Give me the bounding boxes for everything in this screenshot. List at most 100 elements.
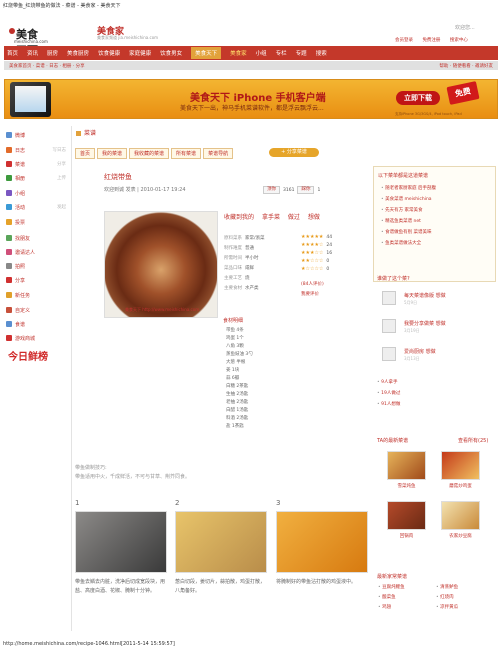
today-fresh-badge[interactable]: 今日鲜榜 <box>8 348 48 363</box>
property-value[interactable]: 咸鲜 <box>245 266 254 271</box>
sidebar-item-5[interactable]: 活动 发起 <box>6 202 68 212</box>
author-line[interactable]: 欢迎到诚 发表 | 2010-01-17 19:24 <box>104 186 186 193</box>
sidebar-item-10[interactable]: 分享 <box>6 275 68 285</box>
sidebar-item-extra[interactable]: 发起 <box>57 204 66 210</box>
tab-navigation[interactable]: 菜谱导航 <box>203 148 234 159</box>
sidebar-item-8[interactable]: 邀请达人 <box>6 247 68 257</box>
step-photo[interactable] <box>75 511 167 573</box>
thumbnail-caption[interactable]: 农家炒豆腐 <box>441 533 480 539</box>
related-item[interactable]: 鱼类菜谱做法大全 <box>381 240 421 246</box>
made-it-link[interactable]: 做过 <box>288 214 300 221</box>
vote-down-button[interactable]: 踩你 <box>297 186 315 194</box>
tab-my-recipes[interactable]: 我的菜谱 <box>97 148 128 159</box>
sidebar-item-7[interactable]: 找朋友 <box>6 233 68 243</box>
nav-item-12[interactable]: 搜索 <box>316 49 327 57</box>
new-recipe-item[interactable]: 豆腐炖鲤鱼 <box>378 584 405 590</box>
cook-name[interactable]: 每天菜谱像版 想做 <box>404 292 446 299</box>
related-item[interactable]: 随老者家厨家庭 后手剖腹 <box>381 185 436 191</box>
sidebar-item-extra[interactable]: 写日志 <box>53 147 67 153</box>
sidebar-item-2[interactable]: 菜谱 分享 <box>6 159 68 169</box>
thumbnail-caption[interactable]: 回锅肉 <box>387 533 426 539</box>
step-photo[interactable] <box>175 511 267 573</box>
recipe-thumbnail[interactable] <box>441 501 480 530</box>
recipe-thumbnail[interactable] <box>441 451 480 480</box>
new-recipe-item[interactable]: 鸡翅 <box>378 604 391 610</box>
sidebar-item-3[interactable]: 相册 上传 <box>6 173 68 183</box>
related-item[interactable]: 先天有方 家常美食 <box>381 207 422 213</box>
latest-more-link[interactable]: 查看所有(25) <box>458 437 488 444</box>
property-value[interactable]: 普通 <box>245 246 254 251</box>
sidebar-item-0[interactable]: 微博 <box>6 130 68 140</box>
property-value[interactable]: 水产类 <box>245 286 259 291</box>
sidebar-item-6[interactable]: 投票 <box>6 217 68 227</box>
thumbnail-caption[interactable]: 雪菜炖鱼 <box>387 483 426 489</box>
new-recipe-item[interactable]: 酸菜鱼 <box>378 594 396 600</box>
sidebar-item-11[interactable]: 新任务 <box>6 290 68 300</box>
property-value[interactable]: 半小时 <box>245 256 259 261</box>
property-value[interactable]: 家常/浙菜 <box>245 236 265 241</box>
step-photo[interactable] <box>276 511 368 573</box>
tab-home[interactable]: 首页 <box>75 148 96 159</box>
vote-up-button[interactable]: 顶你 <box>263 186 280 194</box>
sidebar-item-1[interactable]: 日志 写日志 <box>6 145 68 155</box>
stat-item[interactable]: 9人拿手 <box>377 379 397 385</box>
share-recipe-button[interactable]: + 分享菜谱 <box>269 148 319 157</box>
sidebar-item-13[interactable]: 食谱 <box>6 319 68 329</box>
dish-photo[interactable] <box>104 211 218 318</box>
avatar[interactable] <box>382 347 396 361</box>
recipe-thumbnail[interactable] <box>387 501 426 530</box>
register-link[interactable]: 免费注册 <box>422 38 440 43</box>
nav-item-6[interactable]: 饮食男女 <box>160 49 182 57</box>
related-item[interactable]: 美食菜谱 meishichina <box>381 196 431 202</box>
write-review-link[interactable]: 我要评价 <box>301 291 319 297</box>
want-to-make-link[interactable]: 想做 <box>308 214 320 221</box>
search-center-link[interactable]: 搜索中心 <box>450 38 468 43</box>
sidebar-item-14[interactable]: 游戏商城 <box>6 333 68 343</box>
nav-item-10[interactable]: 专栏 <box>276 49 287 57</box>
tab-all-recipes[interactable]: 所有菜谱 <box>171 148 202 159</box>
sidebar-icon <box>6 292 12 298</box>
new-recipe-item[interactable]: 清蒸鲈鱼 <box>436 584 458 590</box>
tab-favorites[interactable]: 我收藏的菜谱 <box>129 148 170 159</box>
nav-item-11[interactable]: 专题 <box>296 49 307 57</box>
download-button[interactable]: 立即下载 <box>396 91 440 105</box>
login-link[interactable]: 会员登录 <box>395 38 413 43</box>
stat-item[interactable]: 19人做过 <box>377 390 400 396</box>
step-text: 将腌制好的带鱼沾打散的鸡蛋液中。 <box>276 579 357 585</box>
nav-item-7[interactable]: 美食天下 <box>191 47 222 59</box>
ingredient-item: 料酒 2汤匙 <box>226 416 249 421</box>
nav-item-2[interactable]: 厨房 <box>47 49 58 57</box>
review-count[interactable]: (84人评价) <box>301 281 324 287</box>
related-item[interactable]: 食谱做鱼有别 菜谱美味 <box>381 229 431 235</box>
nav-item-4[interactable]: 饮食健康 <box>98 49 120 57</box>
collect-link[interactable]: 收藏到我的 <box>224 214 254 221</box>
sidebar-item-4[interactable]: 小组 <box>6 188 68 198</box>
signature-dish-link[interactable]: 拿手菜 <box>262 214 280 221</box>
section-title: 菜谱 <box>76 128 96 137</box>
subnav-left[interactable]: 美食家首页 · 菜谱 · 日志 · 相册 · 分享 <box>9 63 85 69</box>
avatar[interactable] <box>382 291 396 305</box>
sidebar-item-extra[interactable]: 分享 <box>57 161 66 167</box>
subnav-right[interactable]: 帮助 · 随便看看 · 邀请好友 <box>439 63 493 69</box>
site-logo[interactable]: 美食天下 meishichina.com <box>5 26 48 57</box>
stat-item[interactable]: 91人想做 <box>377 401 400 407</box>
nav-item-3[interactable]: 美食厨房 <box>67 49 89 57</box>
ingredients-title: 食材明细 <box>223 318 244 324</box>
new-recipe-item[interactable]: 凉拌黄瓜 <box>436 604 458 610</box>
sidebar-item-12[interactable]: 自定义 <box>6 305 68 315</box>
nav-item-9[interactable]: 小组 <box>256 49 267 57</box>
sidebar-item-extra[interactable]: 上传 <box>57 175 66 181</box>
recipe-thumbnail[interactable] <box>387 451 426 480</box>
cook-name[interactable]: 我要分享做菜 想做 <box>404 320 446 327</box>
new-recipe-item[interactable]: 红烧肉 <box>436 594 454 600</box>
cook-name[interactable]: 爱尚厨房 想做 <box>404 348 436 355</box>
property-value[interactable]: 烧 <box>245 276 250 281</box>
sidebar-item-9[interactable]: 拍照 <box>6 261 68 271</box>
nav-item-8[interactable]: 美食家 <box>230 49 247 57</box>
nav-item-5[interactable]: 家庭健康 <box>129 49 151 57</box>
nav-item-1[interactable]: 资讯 <box>27 49 38 57</box>
thumbnail-caption[interactable]: 蘑菇炒鸡蛋 <box>441 483 480 489</box>
related-item[interactable]: 精选鱼类菜谱 net <box>381 218 421 224</box>
avatar[interactable] <box>382 319 396 333</box>
nav-item-0[interactable]: 首页 <box>7 49 18 57</box>
